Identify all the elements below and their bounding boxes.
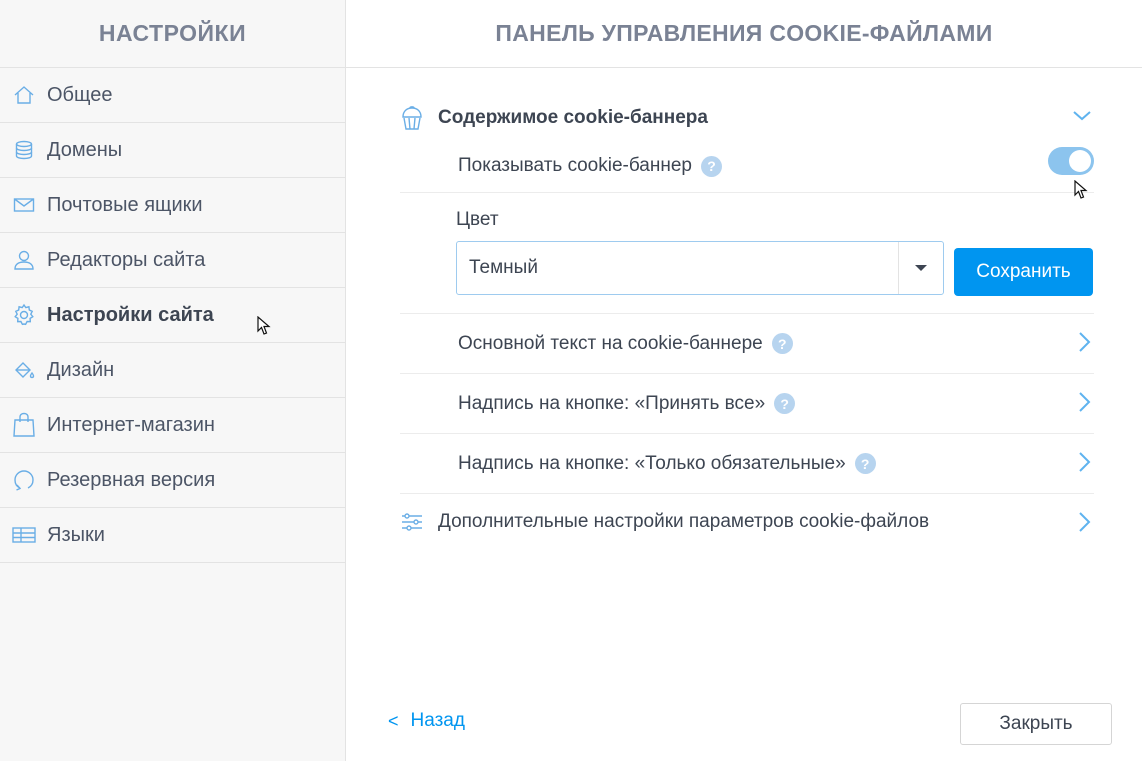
sidebar-item-label: Почтовые ящики <box>47 193 203 216</box>
color-select-value: Темный <box>469 257 538 278</box>
sidebar: НАСТРОЙКИ Общее Домены Почтовые ящики Ре <box>0 0 346 761</box>
sidebar-item-label: Резервная версия <box>47 468 216 491</box>
row-label: Надпись на кнопке: «Принять все» <box>458 392 766 414</box>
app-window: НАСТРОЙКИ Общее Домены Почтовые ящики Ре <box>0 0 1142 761</box>
mail-icon <box>12 193 36 217</box>
sidebar-item-label: Редакторы сайта <box>47 248 206 271</box>
show-banner-toggle[interactable] <box>1048 147 1094 175</box>
dropdown-arrow-icon[interactable] <box>898 242 943 294</box>
sidebar-item-site-settings[interactable]: Настройки сайта <box>0 288 345 343</box>
sliders-icon <box>400 512 424 532</box>
paint-bucket-icon <box>12 358 36 382</box>
advanced-settings-row[interactable]: Дополнительные настройки параметров cook… <box>400 494 1094 550</box>
cookie-banner-section-header[interactable]: Содержимое cookie-баннера <box>400 96 1094 140</box>
toggle-knob <box>1069 150 1091 172</box>
color-select[interactable]: Темный <box>456 241 944 295</box>
save-button[interactable]: Сохранить <box>954 248 1093 296</box>
sidebar-item-mailboxes[interactable]: Почтовые ящики <box>0 178 345 233</box>
sidebar-item-label: Общее <box>47 83 113 106</box>
home-icon <box>12 83 36 107</box>
required-only-label-row[interactable]: Надпись на кнопке: «Только обязательные»… <box>400 434 1094 494</box>
sidebar-item-domains[interactable]: Домены <box>0 123 345 178</box>
accept-all-label-row[interactable]: Надпись на кнопке: «Принять все» ? <box>400 374 1094 434</box>
chevron-right-icon[interactable] <box>1074 450 1094 474</box>
chevron-right-icon[interactable] <box>1074 330 1094 354</box>
banner-text-row[interactable]: Основной текст на cookie-баннере ? <box>400 314 1094 374</box>
sidebar-item-label: Настройки сайта <box>47 303 214 326</box>
sidebar-item-label: Интернет-магазин <box>47 413 215 436</box>
cupcake-icon <box>400 105 424 131</box>
row-label: Основной текст на cookie-баннере <box>458 332 763 354</box>
color-label: Цвет <box>456 209 499 230</box>
shopping-bag-icon <box>12 412 36 437</box>
back-link[interactable]: < Назад <box>388 710 465 732</box>
help-icon[interactable]: ? <box>700 155 722 177</box>
sidebar-item-label: Языки <box>47 523 105 546</box>
close-button[interactable]: Закрыть <box>960 703 1112 745</box>
sidebar-item-backup[interactable]: Резервная версия <box>0 453 345 508</box>
database-icon <box>12 138 36 162</box>
sidebar-item-languages[interactable]: Языки <box>0 508 345 563</box>
chevron-left-icon: < <box>388 710 399 731</box>
row-label: Дополнительные настройки параметров cook… <box>438 511 930 532</box>
sidebar-item-general[interactable]: Общее <box>0 68 345 123</box>
show-banner-label: Показывать cookie-баннер <box>458 155 692 176</box>
back-label: Назад <box>410 710 465 731</box>
chevron-down-icon[interactable] <box>1070 104 1094 128</box>
main-header: ПАНЕЛЬ УПРАВЛЕНИЯ COOKIE-ФАЙЛАМИ <box>346 0 1142 68</box>
sidebar-item-design[interactable]: Дизайн <box>0 343 345 398</box>
sidebar-item-label: Дизайн <box>47 358 115 381</box>
chevron-right-icon[interactable] <box>1074 390 1094 414</box>
gear-icon <box>12 303 36 327</box>
sidebar-title: НАСТРОЙКИ <box>98 20 247 46</box>
main-panel: ПАНЕЛЬ УПРАВЛЕНИЯ COOKIE-ФАЙЛАМИ Содержи… <box>346 0 1142 761</box>
help-icon[interactable]: ? <box>774 393 796 414</box>
table-icon <box>12 523 36 547</box>
chevron-right-icon[interactable] <box>1074 510 1094 534</box>
sidebar-item-online-store[interactable]: Интернет-магазин <box>0 398 345 453</box>
sidebar-item-label: Домены <box>47 138 123 161</box>
user-icon <box>12 248 36 272</box>
sidebar-header: НАСТРОЙКИ <box>0 0 345 68</box>
help-icon[interactable]: ? <box>771 333 793 354</box>
help-icon[interactable]: ? <box>854 453 876 474</box>
section-title: Содержимое cookie-баннера <box>438 107 708 128</box>
refresh-icon <box>12 468 36 492</box>
page-title: ПАНЕЛЬ УПРАВЛЕНИЯ COOKIE-ФАЙЛАМИ <box>495 20 993 46</box>
sidebar-item-site-editors[interactable]: Редакторы сайта <box>0 233 345 288</box>
row-label: Надпись на кнопке: «Только обязательные» <box>458 452 846 474</box>
show-banner-row: Показывать cookie-баннер ? <box>400 140 1094 193</box>
